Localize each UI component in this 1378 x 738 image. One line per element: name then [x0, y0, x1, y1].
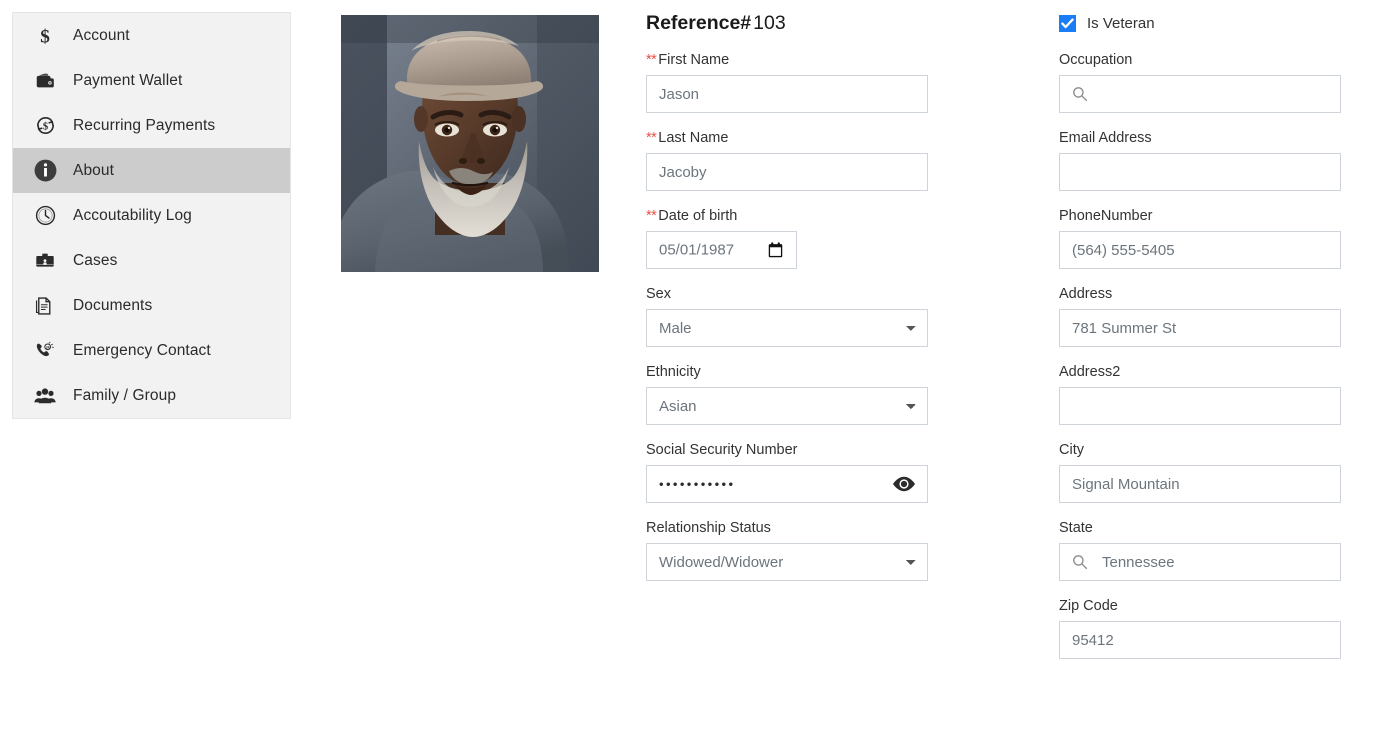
is-veteran-label: Is Veteran [1087, 14, 1155, 32]
first-name-label-text: First Name [658, 52, 730, 68]
phone-number-input[interactable] [1059, 231, 1341, 269]
state-label: State [1059, 520, 1093, 536]
relationship-status-select[interactable]: Widowed/Widower [646, 543, 928, 581]
sidebar-item-label: About [73, 161, 115, 179]
zip-code-label: Zip Code [1059, 598, 1118, 614]
contact-details-column: Is Veteran Occupation Email Address Phon… [1059, 12, 1341, 675]
email-address-input[interactable] [1059, 153, 1341, 191]
calendar-icon[interactable] [768, 242, 783, 258]
email-address-label: Email Address [1059, 130, 1152, 146]
people-group-icon [31, 382, 59, 410]
svg-text:24: 24 [46, 345, 50, 349]
field-phone-number: PhoneNumber [1059, 207, 1341, 269]
briefcase-icon [31, 247, 59, 275]
clock-icon [31, 202, 59, 230]
sidebar-item-label: Cases [73, 251, 118, 269]
svg-text:$: $ [40, 26, 50, 47]
city-input[interactable] [1059, 465, 1341, 503]
sidebar-item-family-group[interactable]: Family / Group [13, 373, 290, 418]
page-title: Reference# 103 [646, 12, 928, 38]
occupation-input[interactable] [1059, 75, 1341, 113]
documents-icon [31, 292, 59, 320]
recurring-payment-icon: $ [31, 112, 59, 140]
field-occupation: Occupation [1059, 51, 1341, 113]
sidebar-nav: $ Account Payment Wallet $ Recurring Pay… [12, 12, 291, 419]
date-of-birth-label-text: Date of birth [658, 208, 738, 224]
sex-label: Sex [646, 286, 671, 302]
sidebar-item-about[interactable]: About [13, 148, 290, 193]
last-name-label-text: Last Name [658, 130, 729, 146]
client-photo [341, 15, 599, 272]
field-zip-code: Zip Code [1059, 597, 1341, 659]
ssn-field-wrapper: ••••••••••• [646, 465, 928, 503]
occupation-field-wrapper [1059, 75, 1341, 113]
sidebar-item-accoutability-log[interactable]: Accoutability Log [13, 193, 290, 238]
address-input[interactable] [1059, 309, 1341, 347]
field-date-of-birth: ** Date of birth 05/01/1987 [646, 207, 928, 269]
required-marker: ** [646, 208, 657, 224]
first-name-label: ** First Name [646, 51, 928, 69]
sidebar-item-label: Documents [73, 296, 153, 314]
reference-value: 103 [753, 12, 786, 34]
sidebar-item-label: Family / Group [73, 386, 177, 404]
social-security-number-input[interactable] [646, 465, 928, 503]
sex-select[interactable]: Male [646, 309, 928, 347]
sidebar-item-recurring-payments[interactable]: $ Recurring Payments [13, 103, 290, 148]
required-marker: ** [646, 130, 657, 146]
check-icon [1061, 17, 1074, 28]
sidebar-item-account[interactable]: $ Account [13, 13, 290, 58]
sidebar-item-cases[interactable]: Cases [13, 238, 290, 283]
sidebar-item-label: Payment Wallet [73, 71, 183, 89]
sidebar-item-label: Accoutability Log [73, 206, 192, 224]
client-photo-image [341, 15, 599, 272]
last-name-label: ** Last Name [646, 129, 928, 147]
sidebar-item-label: Recurring Payments [73, 116, 216, 134]
field-state: State [1059, 519, 1341, 581]
sidebar-item-emergency-contact[interactable]: 24 Emergency Contact [13, 328, 290, 373]
relationship-status-label: Relationship Status [646, 520, 771, 536]
sidebar-item-payment-wallet[interactable]: Payment Wallet [13, 58, 290, 103]
date-of-birth-label: ** Date of birth [646, 207, 928, 225]
reference-label: Reference# [646, 12, 752, 34]
ethnicity-select[interactable]: Asian [646, 387, 928, 425]
eye-icon[interactable] [892, 476, 916, 492]
info-icon [31, 157, 59, 185]
field-first-name: ** First Name [646, 51, 928, 113]
state-field-wrapper [1059, 543, 1341, 581]
city-label: City [1059, 442, 1084, 458]
is-veteran-checkbox[interactable] [1059, 14, 1076, 32]
field-address2: Address2 [1059, 363, 1341, 425]
is-veteran-row: Is Veteran [1059, 12, 1341, 34]
required-marker: ** [646, 52, 657, 68]
field-ethnicity: Ethnicity Asian [646, 363, 928, 425]
sidebar-item-documents[interactable]: Documents [13, 283, 290, 328]
last-name-input[interactable] [646, 153, 928, 191]
zip-code-input[interactable] [1059, 621, 1341, 659]
field-email-address: Email Address [1059, 129, 1341, 191]
dollar-icon: $ [31, 22, 59, 50]
address2-label: Address2 [1059, 364, 1121, 380]
ethnicity-label: Ethnicity [646, 364, 701, 380]
sidebar-item-label: Emergency Contact [73, 341, 211, 359]
social-security-number-label: Social Security Number [646, 442, 798, 458]
field-address: Address [1059, 285, 1341, 347]
address-label: Address [1059, 286, 1113, 302]
field-city: City [1059, 441, 1341, 503]
wallet-icon [31, 67, 59, 95]
field-last-name: ** Last Name [646, 129, 928, 191]
phone-24h-icon: 24 [31, 337, 59, 365]
personal-details-column: Reference#103 **First Name **Last Name *… [646, 12, 928, 597]
field-relationship-status: Relationship Status Widowed/Widower [646, 519, 928, 581]
svg-text:$: $ [42, 121, 47, 132]
sidebar-item-label: Account [73, 26, 130, 44]
first-name-input[interactable] [646, 75, 928, 113]
address2-input[interactable] [1059, 387, 1341, 425]
state-input[interactable] [1059, 543, 1341, 581]
field-sex: Sex Male [646, 285, 928, 347]
date-of-birth-field-wrapper: 05/01/1987 [646, 231, 797, 269]
occupation-label: Occupation [1059, 52, 1133, 68]
phone-number-label: PhoneNumber [1059, 208, 1153, 224]
field-social-security-number: Social Security Number ••••••••••• [646, 441, 928, 503]
